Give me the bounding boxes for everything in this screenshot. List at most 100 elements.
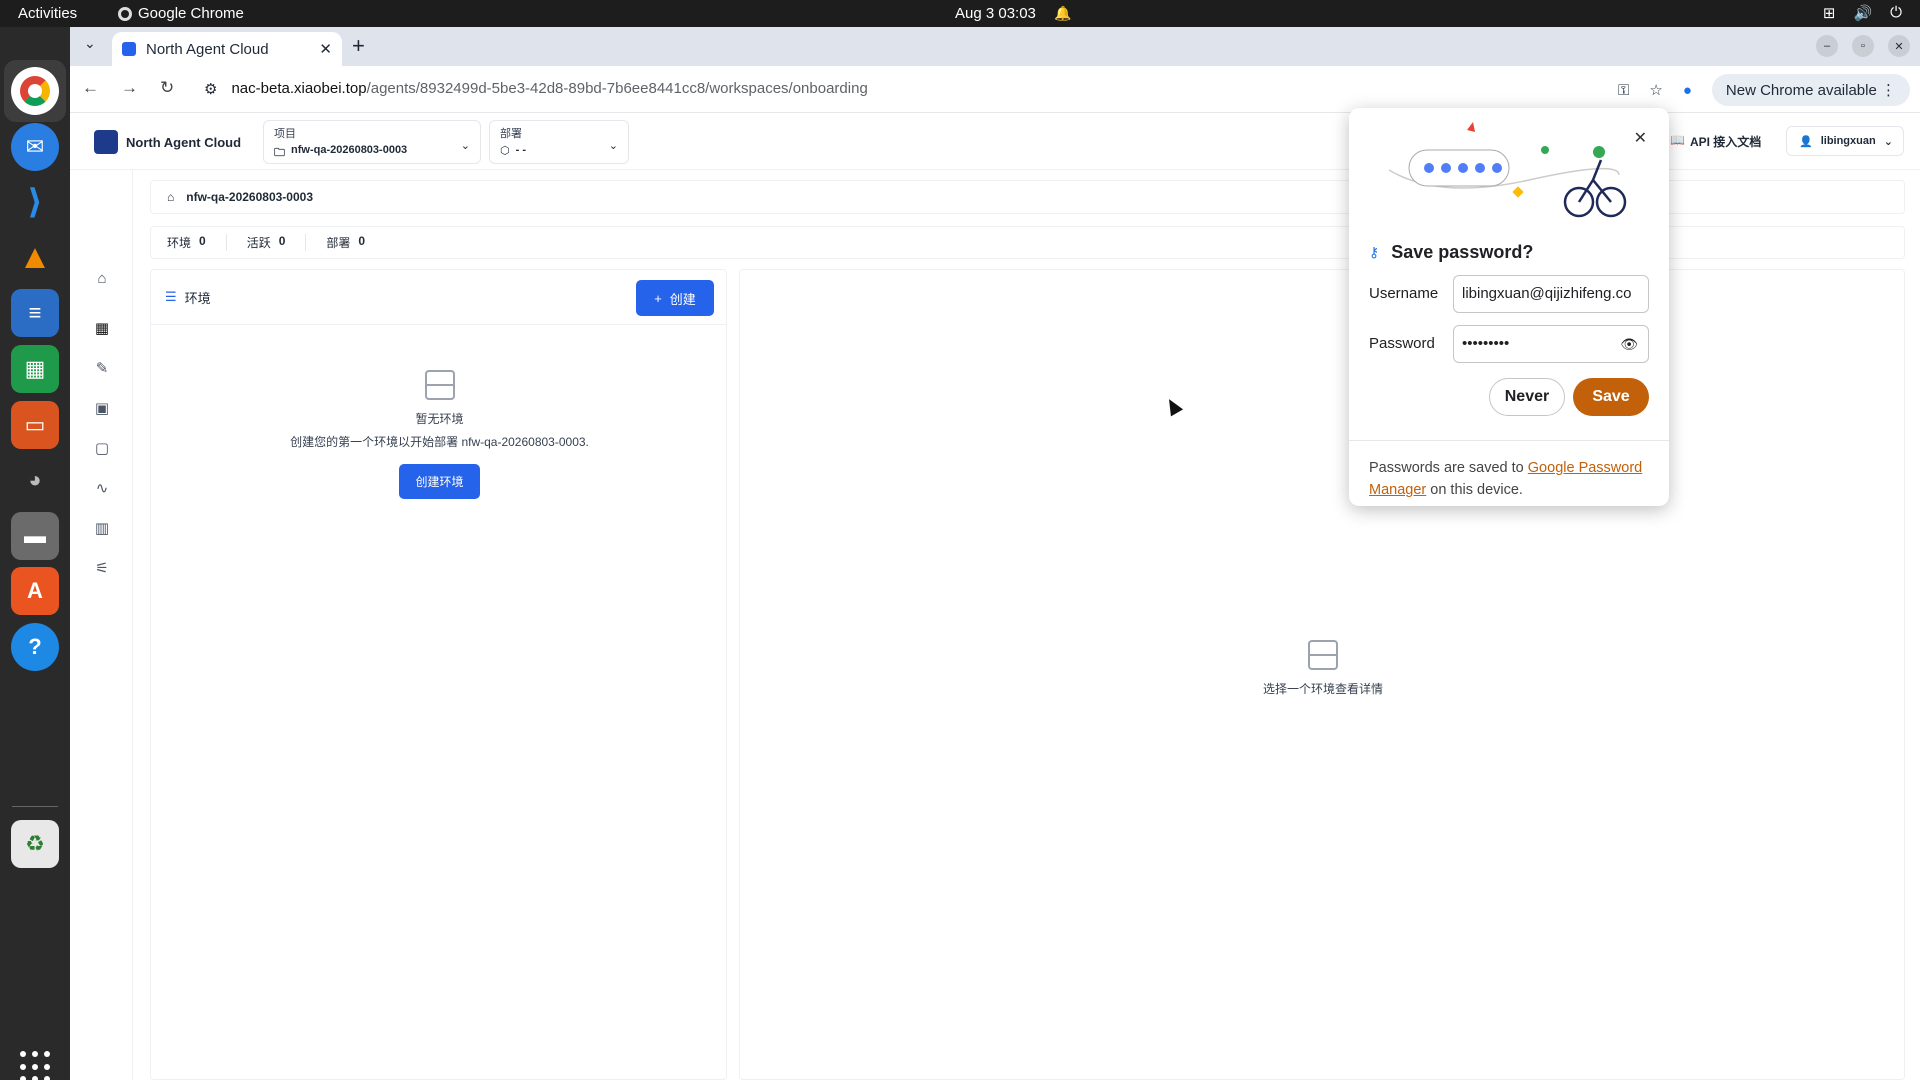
close-window-icon[interactable]: ✕ xyxy=(1888,35,1910,57)
reload-icon[interactable]: ↻ xyxy=(160,78,174,98)
project-select[interactable]: 项目 🗀 nfw-qa-20260803-0003 ⌄ xyxy=(263,120,481,164)
password-row: Password ••••••••• 👁 xyxy=(1369,325,1651,363)
forward-icon[interactable]: → xyxy=(121,78,138,98)
close-tab-icon[interactable]: ✕ xyxy=(319,40,332,58)
user-menu[interactable]: 👤 libingxuan ⌄ xyxy=(1786,126,1904,156)
dock-separator xyxy=(12,806,58,807)
writer-icon[interactable]: ≡ xyxy=(11,289,59,337)
app-menu[interactable]: Google Chrome xyxy=(118,5,244,22)
deploy-select[interactable]: 部署 ⬡ - - ⌄ xyxy=(489,120,629,164)
clock[interactable]: Aug 3 03:03 xyxy=(955,5,1036,22)
show-apps-icon[interactable] xyxy=(20,1051,52,1083)
chat-icon[interactable]: ▢ xyxy=(92,439,112,459)
detail-placeholder: 选择一个环境查看详情 xyxy=(1262,682,1383,696)
password-key-icon[interactable]: ⚿ xyxy=(1618,82,1629,99)
robot-icon[interactable]: ⌂ xyxy=(92,270,112,290)
api-doc-link[interactable]: 📖 API 接入文档 xyxy=(1670,133,1761,150)
logo[interactable]: North Agent Cloud xyxy=(94,130,241,154)
save-password-dialog: ✕ ⚷ Save password? Username libingxuan@qi… xyxy=(1349,108,1669,506)
browser-tab[interactable]: North Agent Cloud ✕ xyxy=(112,32,342,66)
workspace-name: nfw-qa-20260803-0003 xyxy=(186,190,313,204)
environment-panel: ☰ 环境 + 创建 暂无环境 创建您的第一个环境以开始部署 nfw-qa-2026… xyxy=(150,269,727,1080)
footer-text-end: on this device. xyxy=(1426,482,1523,498)
system-tray[interactable]: ⊞ 🔊 ⏻ xyxy=(1823,4,1902,22)
tab-strip: ⌄ North Agent Cloud ✕ + – ▫ ✕ xyxy=(70,27,1920,66)
tab-title: North Agent Cloud xyxy=(146,40,269,58)
chart-icon[interactable]: ▥ xyxy=(92,519,112,539)
username-row: Username libingxuan@qijizhifeng.co xyxy=(1369,275,1651,313)
thunderbird-icon[interactable]: ✉ xyxy=(11,123,59,171)
network-icon: ⊞ xyxy=(1822,5,1836,22)
folder-icon: 🗀 xyxy=(274,147,285,159)
app-center-icon[interactable]: A xyxy=(11,567,59,615)
url-host: nac-beta.xiaobei.top xyxy=(231,80,367,97)
empty-title: 暂无环境 xyxy=(415,412,464,426)
app-sidebar: ⌂ ▦ ✎ ▣ ▢ ∿ ▥ ⚟ xyxy=(70,170,133,1080)
files-icon[interactable]: ▬ xyxy=(11,512,59,560)
eye-icon[interactable]: 👁 xyxy=(1620,336,1638,353)
bookmark-star-icon[interactable]: ☆ xyxy=(1649,81,1662,99)
never-button[interactable]: Never xyxy=(1489,378,1565,416)
plus-icon: + xyxy=(654,290,662,306)
logo-icon xyxy=(94,130,118,154)
activities-button[interactable]: Activities xyxy=(18,5,77,22)
password-label: Password xyxy=(1369,335,1435,352)
stat-active: 活跃 0 xyxy=(247,234,307,251)
stat-label: 活跃 xyxy=(246,236,271,250)
back-icon[interactable]: ← xyxy=(82,78,99,98)
volume-icon: 🔊 xyxy=(1853,5,1873,22)
terminal-icon[interactable]: ▣ xyxy=(92,399,112,419)
vscode-icon[interactable]: ⟩ xyxy=(11,178,59,226)
calc-icon[interactable]: ▦ xyxy=(11,345,59,393)
stat-label: 部署 xyxy=(326,236,351,250)
site-info-icon[interactable]: ⚙ xyxy=(204,80,217,98)
new-chrome-available-button[interactable]: New Chrome available ⋮ xyxy=(1711,74,1910,106)
dialog-title-text: Save password? xyxy=(1391,242,1534,262)
impress-icon[interactable]: ▭ xyxy=(11,401,59,449)
save-button[interactable]: Save xyxy=(1573,378,1649,416)
edit-icon[interactable]: ✎ xyxy=(92,359,112,379)
project-value: nfw-qa-20260803-0003 xyxy=(291,144,408,156)
settings-sliders-icon[interactable]: ⚟ xyxy=(92,559,112,579)
stat-label: 环境 xyxy=(167,236,192,250)
stat-value: 0 xyxy=(199,234,206,248)
robot-icon: ⌂ xyxy=(167,190,175,204)
api-doc-label: API 接入文档 xyxy=(1689,135,1762,149)
username-field[interactable]: libingxuan@qijizhifeng.co xyxy=(1453,275,1649,313)
app-name: Google Chrome xyxy=(138,5,244,22)
address-bar[interactable]: ⚙ nac-beta.xiaobei.top/agents/8932499d-5… xyxy=(204,80,868,98)
vlc-icon[interactable]: ▲ xyxy=(11,233,59,281)
gimp-icon[interactable]: ◕ xyxy=(11,456,59,504)
chrome-dock-icon[interactable] xyxy=(11,67,59,115)
password-field[interactable]: ••••••••• 👁 xyxy=(1453,325,1649,363)
dashboard-icon[interactable]: ▦ xyxy=(92,319,112,339)
footer-text: Passwords are saved to xyxy=(1369,460,1528,476)
chevron-down-icon: ⌄ xyxy=(1883,135,1893,148)
tab-search-icon[interactable]: ⌄ xyxy=(84,35,96,52)
create-button[interactable]: + 创建 xyxy=(636,280,714,316)
close-icon[interactable]: ✕ xyxy=(1634,128,1647,148)
environment-panel-title: 环境 xyxy=(184,290,211,306)
minimize-icon[interactable]: – xyxy=(1816,35,1838,57)
project-label: 项目 xyxy=(274,128,296,140)
create-label: 创建 xyxy=(669,291,696,307)
key-icon: ⚷ xyxy=(1369,244,1380,260)
maximize-icon[interactable]: ▫ xyxy=(1852,35,1874,57)
chrome-icon xyxy=(118,6,132,21)
user-icon: 👤 xyxy=(1799,135,1813,148)
help-icon[interactable]: ? xyxy=(11,623,59,671)
new-chrome-label: New Chrome available xyxy=(1725,82,1877,99)
profile-icon[interactable]: ● xyxy=(1683,82,1692,99)
logo-text: North Agent Cloud xyxy=(126,134,242,150)
trash-icon[interactable]: ♻ xyxy=(11,820,59,868)
new-tab-icon[interactable]: + xyxy=(352,33,365,59)
os-top-bar: Activities Google Chrome Aug 3 03:03 🔔 ⊞… xyxy=(0,0,1920,27)
create-environment-button[interactable]: 创建环境 xyxy=(399,464,480,499)
activity-icon[interactable]: ∿ xyxy=(92,479,112,499)
chevron-down-icon: ⌄ xyxy=(608,140,618,152)
cyclist-illustration xyxy=(1388,122,1627,218)
empty-state: 暂无环境 创建您的第一个环境以开始部署 nfw-qa-20260803-0003… xyxy=(151,370,728,499)
password-value: ••••••••• xyxy=(1462,335,1510,352)
stat-deploys: 部署 0 xyxy=(326,234,385,251)
chevron-down-icon: ⌄ xyxy=(460,140,470,152)
